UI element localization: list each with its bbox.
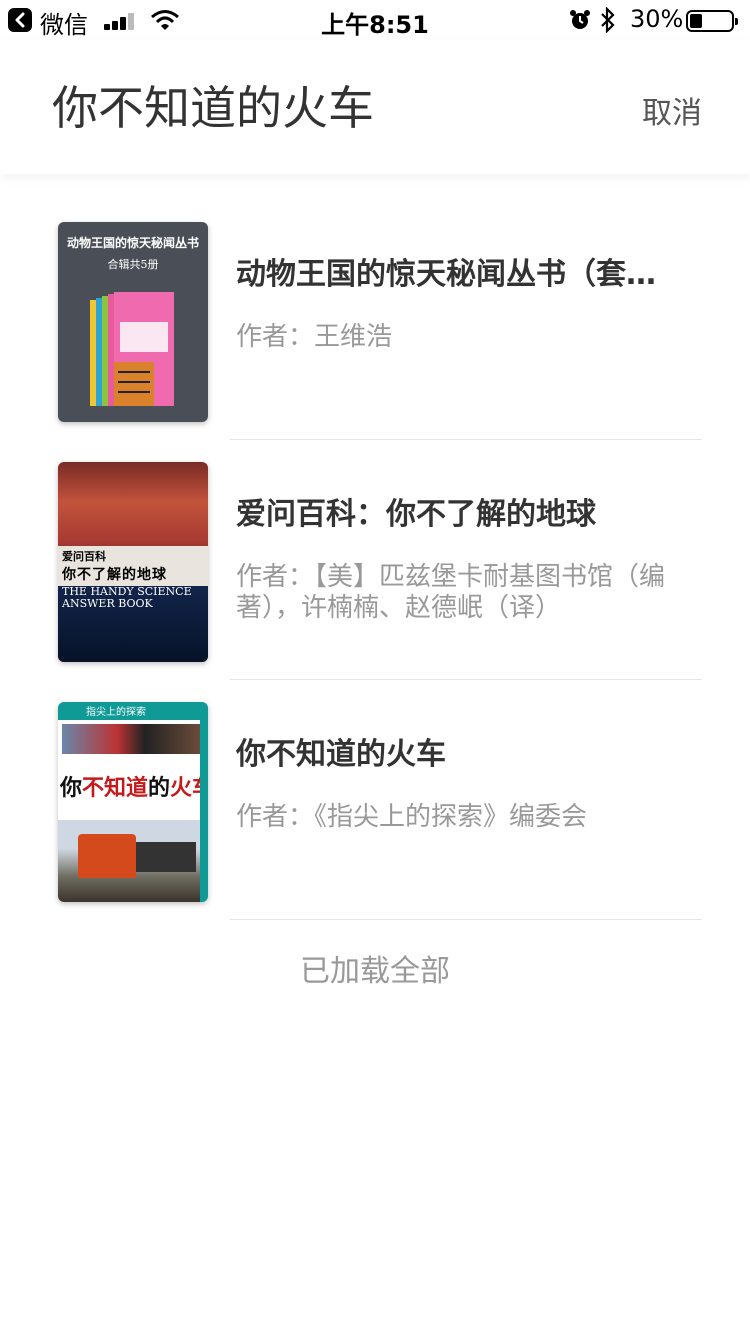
author-name: 《指尖上的探索》编委会 xyxy=(314,802,588,832)
locomotive-illustration xyxy=(78,834,136,878)
book-info: 动物王国的惊天秘闻丛书（套… 作者：王维浩 xyxy=(236,250,702,353)
book-cover: 指尖上的探索 你不知道的火车 xyxy=(58,702,208,902)
book-item[interactable]: 动物王国的惊天秘闻丛书 合辑共5册 动物王国的惊天秘闻丛书（套… 作者：王维浩 xyxy=(0,200,750,440)
battery-icon xyxy=(686,10,738,32)
cover-series-tag: 指尖上的探索 xyxy=(58,702,200,720)
cover-series: 爱问百科 xyxy=(62,550,106,563)
book-author: 作者：《指尖上的探索》编委会 xyxy=(236,802,702,833)
bluetooth-icon xyxy=(601,7,615,33)
loaded-all-message: 已加载全部 xyxy=(300,954,450,989)
author-label: 作者： xyxy=(236,802,315,832)
status-bar: 微信 上午8:51 30% xyxy=(0,0,750,40)
cancel-button[interactable]: 取消 xyxy=(642,88,702,132)
book-title: 动物王国的惊天秘闻丛书（套… xyxy=(236,257,656,292)
book-title: 爱问百科：你不了解的地球 xyxy=(236,497,596,532)
train-car-illustration xyxy=(136,842,196,872)
divider xyxy=(230,919,702,920)
book-author: 作者：【美】匹兹堡卡耐基图书馆（编著），许楠楠、赵德岷（译） xyxy=(236,562,702,624)
search-results-list: 动物王国的惊天秘闻丛书 合辑共5册 动物王国的惊天秘闻丛书（套… 作者：王维浩 … xyxy=(0,200,750,920)
book-item[interactable]: 指尖上的探索 你不知道的火车 你不知道的火车 作者：《指尖上的探索》编委会 xyxy=(0,680,750,920)
cover-photo-strip xyxy=(62,724,200,754)
author-label: 作者： xyxy=(236,562,315,592)
book-author: 作者：王维浩 xyxy=(236,322,702,353)
book-cover: 爱问百科 你不了解的地球 THE HANDY SCIENCE ANSWER BO… xyxy=(58,462,208,662)
search-header: 取消 xyxy=(0,40,750,174)
cover-title: 你不知道的火车 xyxy=(60,775,200,801)
book-info: 你不知道的火车 作者：《指尖上的探索》编委会 xyxy=(236,730,702,833)
cover-title: 你不了解的地球 xyxy=(62,567,167,583)
search-input[interactable] xyxy=(52,78,612,132)
book-set-illustration xyxy=(90,292,174,406)
battery-percentage: 30% xyxy=(630,5,684,33)
cover-series: 指尖上的探索 xyxy=(86,707,146,718)
book-title: 你不知道的火车 xyxy=(236,737,446,772)
cover-english-title: THE HANDY SCIENCE ANSWER BOOK xyxy=(62,585,192,610)
book-info: 爱问百科：你不了解的地球 作者：【美】匹兹堡卡耐基图书馆（编著），许楠楠、赵德岷… xyxy=(236,490,702,624)
author-label: 作者： xyxy=(236,322,315,352)
book-cover: 动物王国的惊天秘闻丛书 合辑共5册 xyxy=(58,222,208,422)
author-name: 王维浩 xyxy=(314,322,393,352)
book-item[interactable]: 爱问百科 你不了解的地球 THE HANDY SCIENCE ANSWER BO… xyxy=(0,440,750,680)
alarm-icon xyxy=(570,10,590,29)
